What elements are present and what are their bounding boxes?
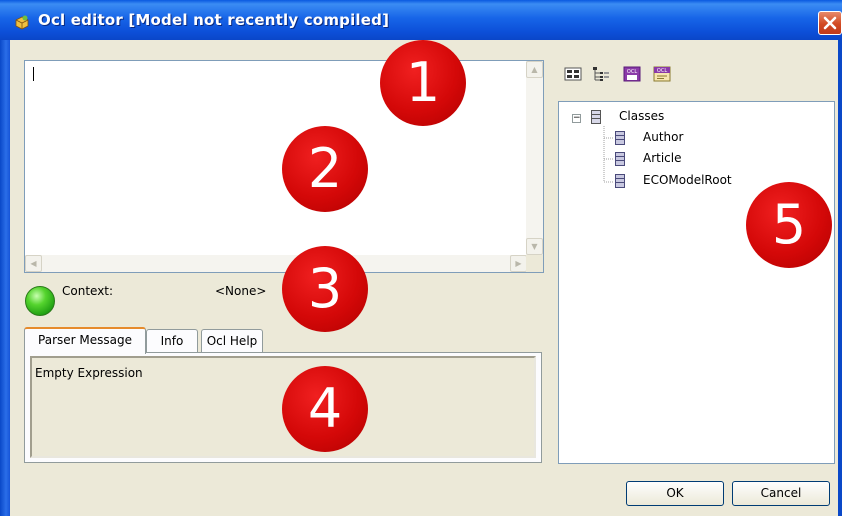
scrollbar-corner	[526, 255, 543, 272]
status-indicator	[25, 286, 55, 316]
ocl-document-icon[interactable]: OCL	[653, 66, 671, 82]
tab-info[interactable]: Info	[146, 329, 198, 353]
callout-1: 1	[380, 40, 466, 126]
tab-parser-message[interactable]: Parser Message	[24, 327, 146, 354]
tree-node-classes[interactable]: Classes	[619, 109, 664, 123]
tree-node-ecomodelroot[interactable]: ECOModelRoot	[643, 173, 732, 187]
horizontal-scrollbar[interactable]: ◀ ▶	[25, 255, 527, 272]
class-icon	[615, 131, 625, 145]
tab-ocl-help[interactable]: Ocl Help	[201, 329, 263, 353]
tree-expander[interactable]: −	[572, 114, 581, 123]
context-label: Context:	[62, 284, 114, 298]
callout-5: 5	[746, 182, 832, 268]
scroll-left-button[interactable]: ◀	[25, 255, 42, 272]
window-frame-right	[838, 40, 842, 516]
class-icon	[615, 152, 625, 166]
show-details-icon[interactable]	[564, 66, 582, 82]
cancel-button[interactable]: Cancel	[732, 481, 830, 506]
tree-node-author[interactable]: Author	[643, 130, 683, 144]
class-tree[interactable]: − Classes Author Article ECOModelRoot	[558, 101, 835, 464]
scroll-down-button[interactable]: ▼	[526, 238, 543, 255]
tree-view-icon[interactable]	[592, 66, 610, 82]
window-title: Ocl editor [Model not recently compiled]	[38, 11, 390, 29]
scroll-up-button[interactable]: ▲	[526, 61, 543, 78]
window-frame-left	[0, 40, 10, 516]
close-icon	[823, 16, 837, 30]
callout-4: 4	[282, 366, 368, 452]
class-folder-icon	[591, 110, 601, 124]
close-button[interactable]	[818, 11, 842, 35]
scroll-right-button[interactable]: ▶	[510, 255, 527, 272]
ocl-badge-text-2: OCL	[657, 68, 667, 74]
text-caret	[33, 67, 34, 81]
vertical-scrollbar[interactable]: ▲ ▼	[526, 61, 543, 255]
ocl-evaluate-icon[interactable]: OCL	[623, 66, 641, 82]
ocl-badge-text: OCL	[627, 69, 637, 75]
title-bar: Ocl editor [Model not recently compiled]	[0, 0, 842, 40]
tree-node-article[interactable]: Article	[643, 151, 682, 165]
class-icon	[615, 174, 625, 188]
callout-3: 3	[282, 246, 368, 332]
context-value: <None>	[215, 284, 267, 298]
ok-button[interactable]: OK	[626, 481, 724, 506]
callout-2: 2	[282, 126, 368, 212]
app-icon	[15, 15, 29, 30]
